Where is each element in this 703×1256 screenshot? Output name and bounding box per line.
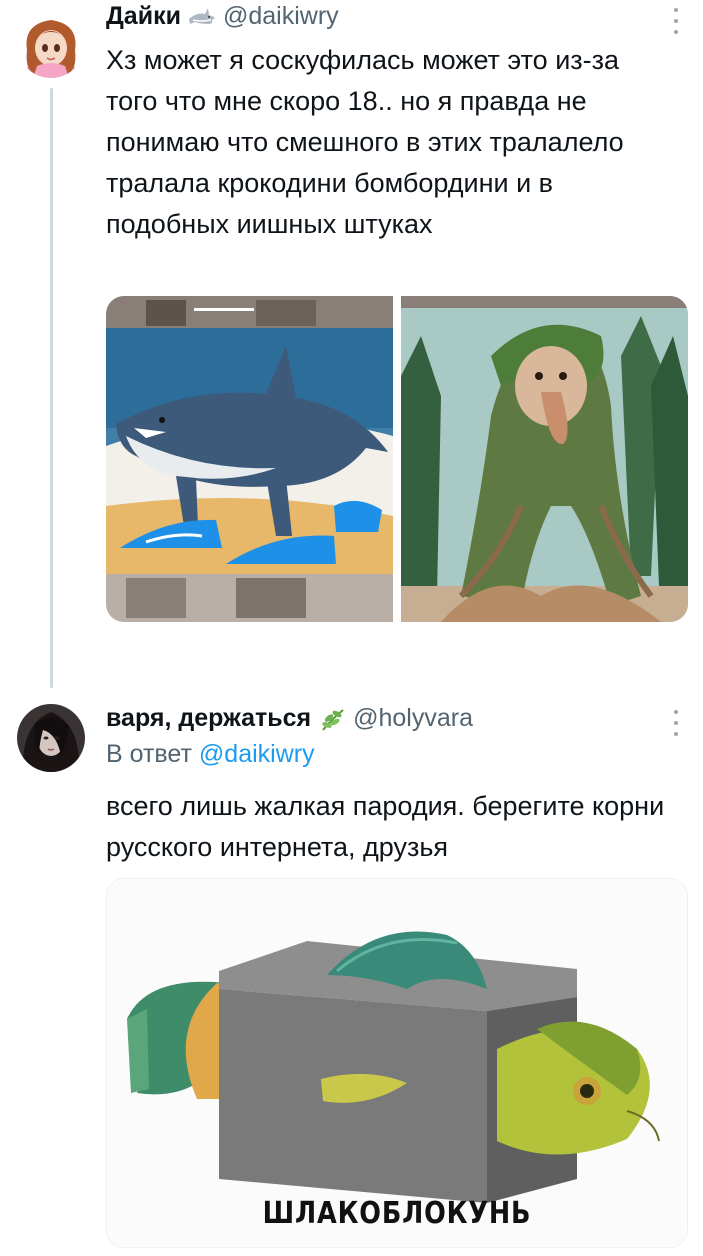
tweet-text: всего лишь жалкая пародия. берегите корн…	[106, 791, 665, 862]
shark-icon	[187, 6, 217, 28]
tweet-header: варя, держаться @holyvara	[106, 704, 473, 733]
avatar[interactable]	[17, 704, 85, 772]
display-name[interactable]: варя, держаться	[106, 704, 311, 733]
more-options-icon[interactable]	[673, 710, 679, 736]
media-grid	[106, 296, 688, 622]
meme-caption: ШЛАКОБЛОКУНЬ	[262, 1196, 532, 1231]
fish-cinder-block-image[interactable]: ШЛАКОБЛОКУНЬ	[106, 878, 688, 1248]
reply-handle-link[interactable]: @daikiwry	[199, 740, 315, 768]
reply-prefix: В ответ	[106, 740, 192, 768]
handle[interactable]: @daikiwry	[223, 2, 339, 31]
tweet-text: Хз может я соскуфилась может это из-за т…	[106, 45, 624, 239]
herb-icon	[317, 708, 347, 731]
reply-context: В ответ @daikiwry	[106, 740, 315, 769]
tree-monkey-image[interactable]	[401, 296, 688, 622]
avatar[interactable]	[17, 10, 85, 78]
tweet-header: Дайки @daikiwry	[106, 2, 339, 31]
shark-in-sneakers-image[interactable]	[106, 296, 393, 622]
handle[interactable]: @holyvara	[353, 704, 473, 733]
thread-connector-line	[50, 88, 53, 688]
display-name[interactable]: Дайки	[106, 2, 181, 31]
more-options-icon[interactable]	[673, 8, 679, 34]
